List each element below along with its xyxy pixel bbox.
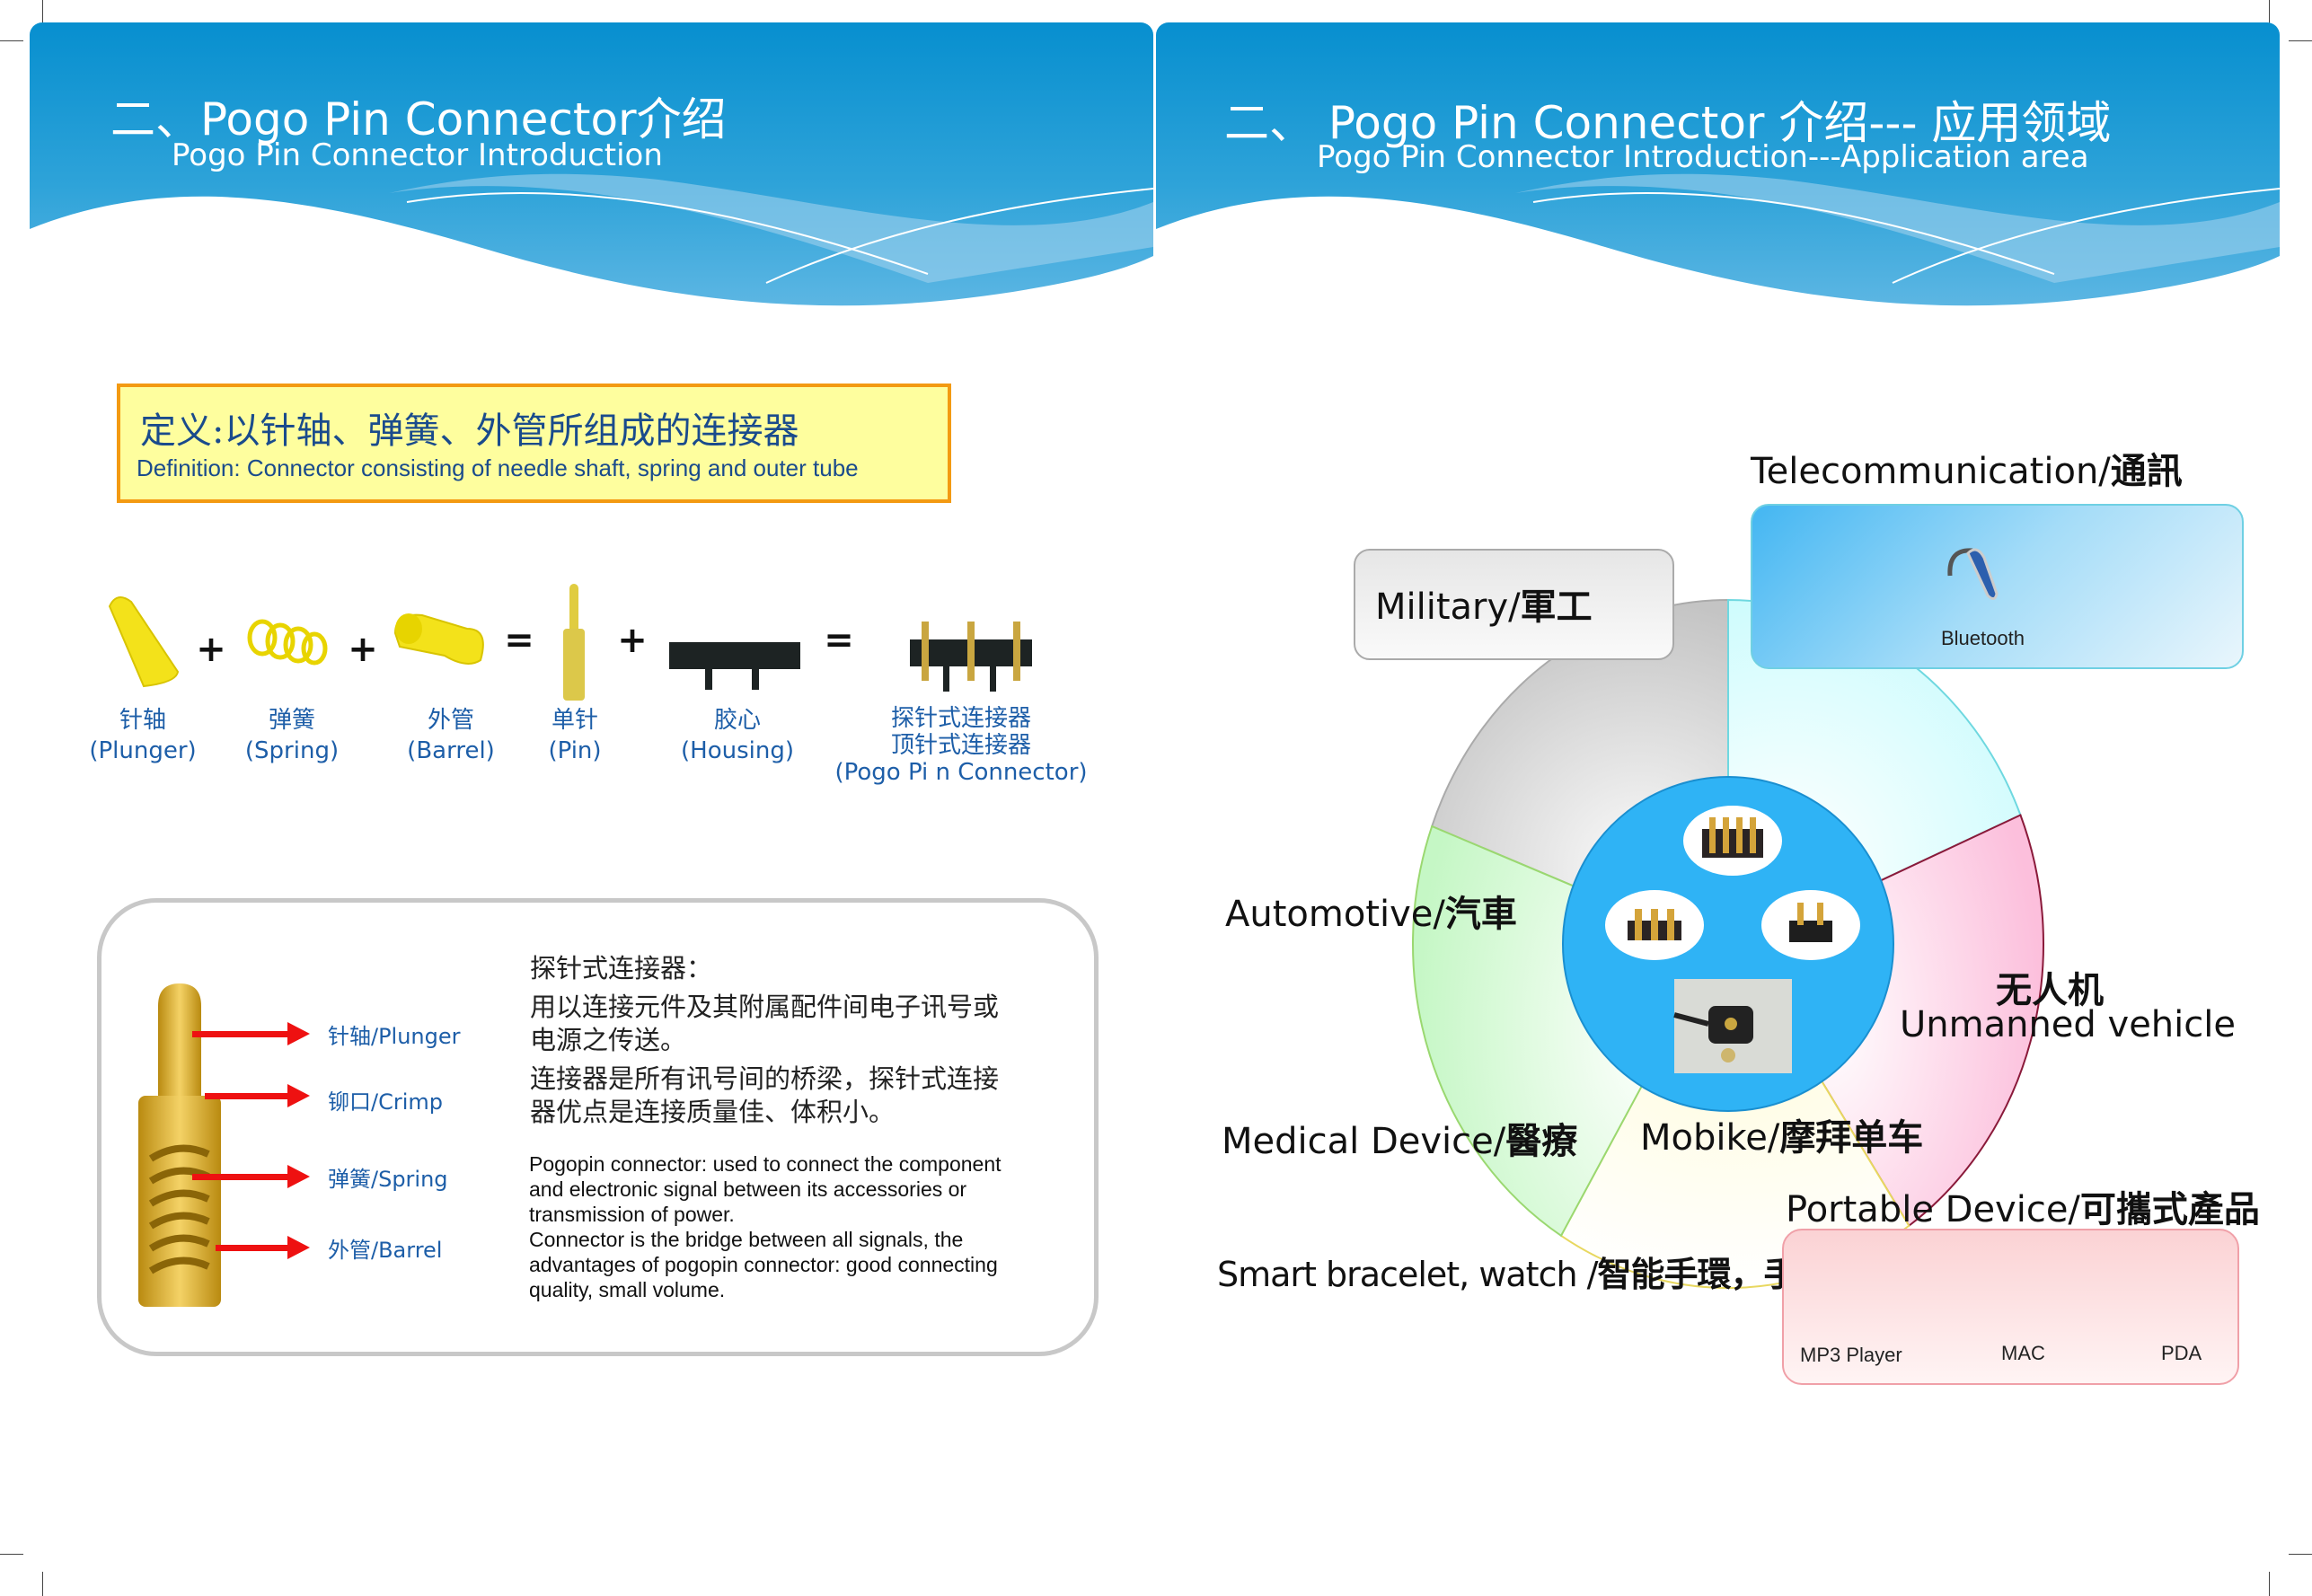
bluetooth-headset-icon [1947,548,1999,600]
portable-label: Portable Device/可攜式產品 [1786,1189,2260,1230]
smart-bracelet-label: Smart bracelet, watch /智能手環，手表 [1217,1255,1831,1294]
pogo-connector-image [910,622,1032,692]
operator-plus: + [196,629,226,670]
telecom-label: Telecommunication/通訊 [1751,451,2183,492]
pin-label-spring: 弹簧/Spring [328,1167,448,1192]
pin-label-plunger: 针轴/Plunger [328,1024,461,1049]
part-label-pin: 单针 (Pin) [548,707,602,764]
pin-label-barrel: 外管/Barrel [328,1238,443,1263]
definition-box: 定义:以针轴、弹簧、外管所组成的连接器 Definition: Connecto… [117,384,951,503]
pin-image [563,584,585,701]
portable-item-pda: PDA [2161,1342,2202,1364]
crop-mark [0,40,23,41]
part-label-spring: 弹簧 (Spring) [244,707,340,764]
operator-plus: + [348,629,378,670]
definition-cn: 定义:以针轴、弹簧、外管所组成的连接器 [140,410,799,452]
housing-image [669,642,800,690]
operator-equals: = [504,620,534,661]
part-label-plunger: 针轴 (Plunger) [89,707,197,764]
definition-en: Definition: Connector consisting of need… [137,454,859,481]
description-cn: 探针式连接器： 用以连接元件及其附属配件间电子讯号或 电源之传送。 连接器是所有… [530,953,1000,1127]
operator-plus: + [617,620,648,661]
part-label-barrel: 外管 (Barrel) [407,707,495,764]
medical-label: Medical Device/醫療 [1222,1121,1578,1162]
crop-mark [2289,40,2312,41]
portable-item-mac: MAC [2001,1342,2045,1364]
parts-illustrations [108,584,1032,701]
crop-mark [2269,1572,2270,1596]
military-box: Military/軍工 [1354,549,1674,660]
mobike-label: Mobike/摩拜单车 [1640,1117,1924,1159]
pin-cross-section-image [138,983,310,1307]
description-en: Pogopin connector: used to connect the c… [529,1152,1002,1301]
telecom-box: Bluetooth [1751,504,2244,669]
part-label-housing: 胶心 (Housing) [681,707,794,764]
crop-mark [42,1572,43,1596]
bluetooth-label: Bluetooth [1941,627,2025,649]
spring-image [247,619,328,666]
crop-mark [0,1554,23,1555]
plunger-image [108,596,180,688]
portable-item-mp3: MP3 Player [1800,1344,1902,1366]
crop-mark [2289,1554,2312,1555]
left-page-subtitle: Pogo Pin Connector Introduction [172,137,663,173]
right-page-subtitle: Pogo Pin Connector Introduction---Applic… [1317,139,2089,175]
part-label-connector: 探针式连接器 顶针式连接器 (Pogo Pi n Connector) [834,705,1088,786]
pin-label-crimp: 铆口/Crimp [328,1089,443,1115]
left-header-banner: 二、Pogo Pin Connector介绍 Pogo Pin Connecto… [30,22,1153,319]
operator-equals: = [824,620,854,661]
barrel-image [393,613,484,665]
military-label: Military/軍工 [1375,586,1593,628]
unmanned-label-en: Unmanned vehicle [1900,1004,2236,1045]
portable-box: MP3 Player MAC PDA [1782,1229,2239,1385]
crop-mark [42,0,43,23]
crop-mark [2269,0,2270,23]
automotive-label: Automotive/汽車 [1225,894,1517,935]
mobike-charger-photo [1673,979,1792,1073]
right-header-banner: 二、 Pogo Pin Connector 介绍--- 应用领域 Pogo Pi… [1156,22,2280,319]
